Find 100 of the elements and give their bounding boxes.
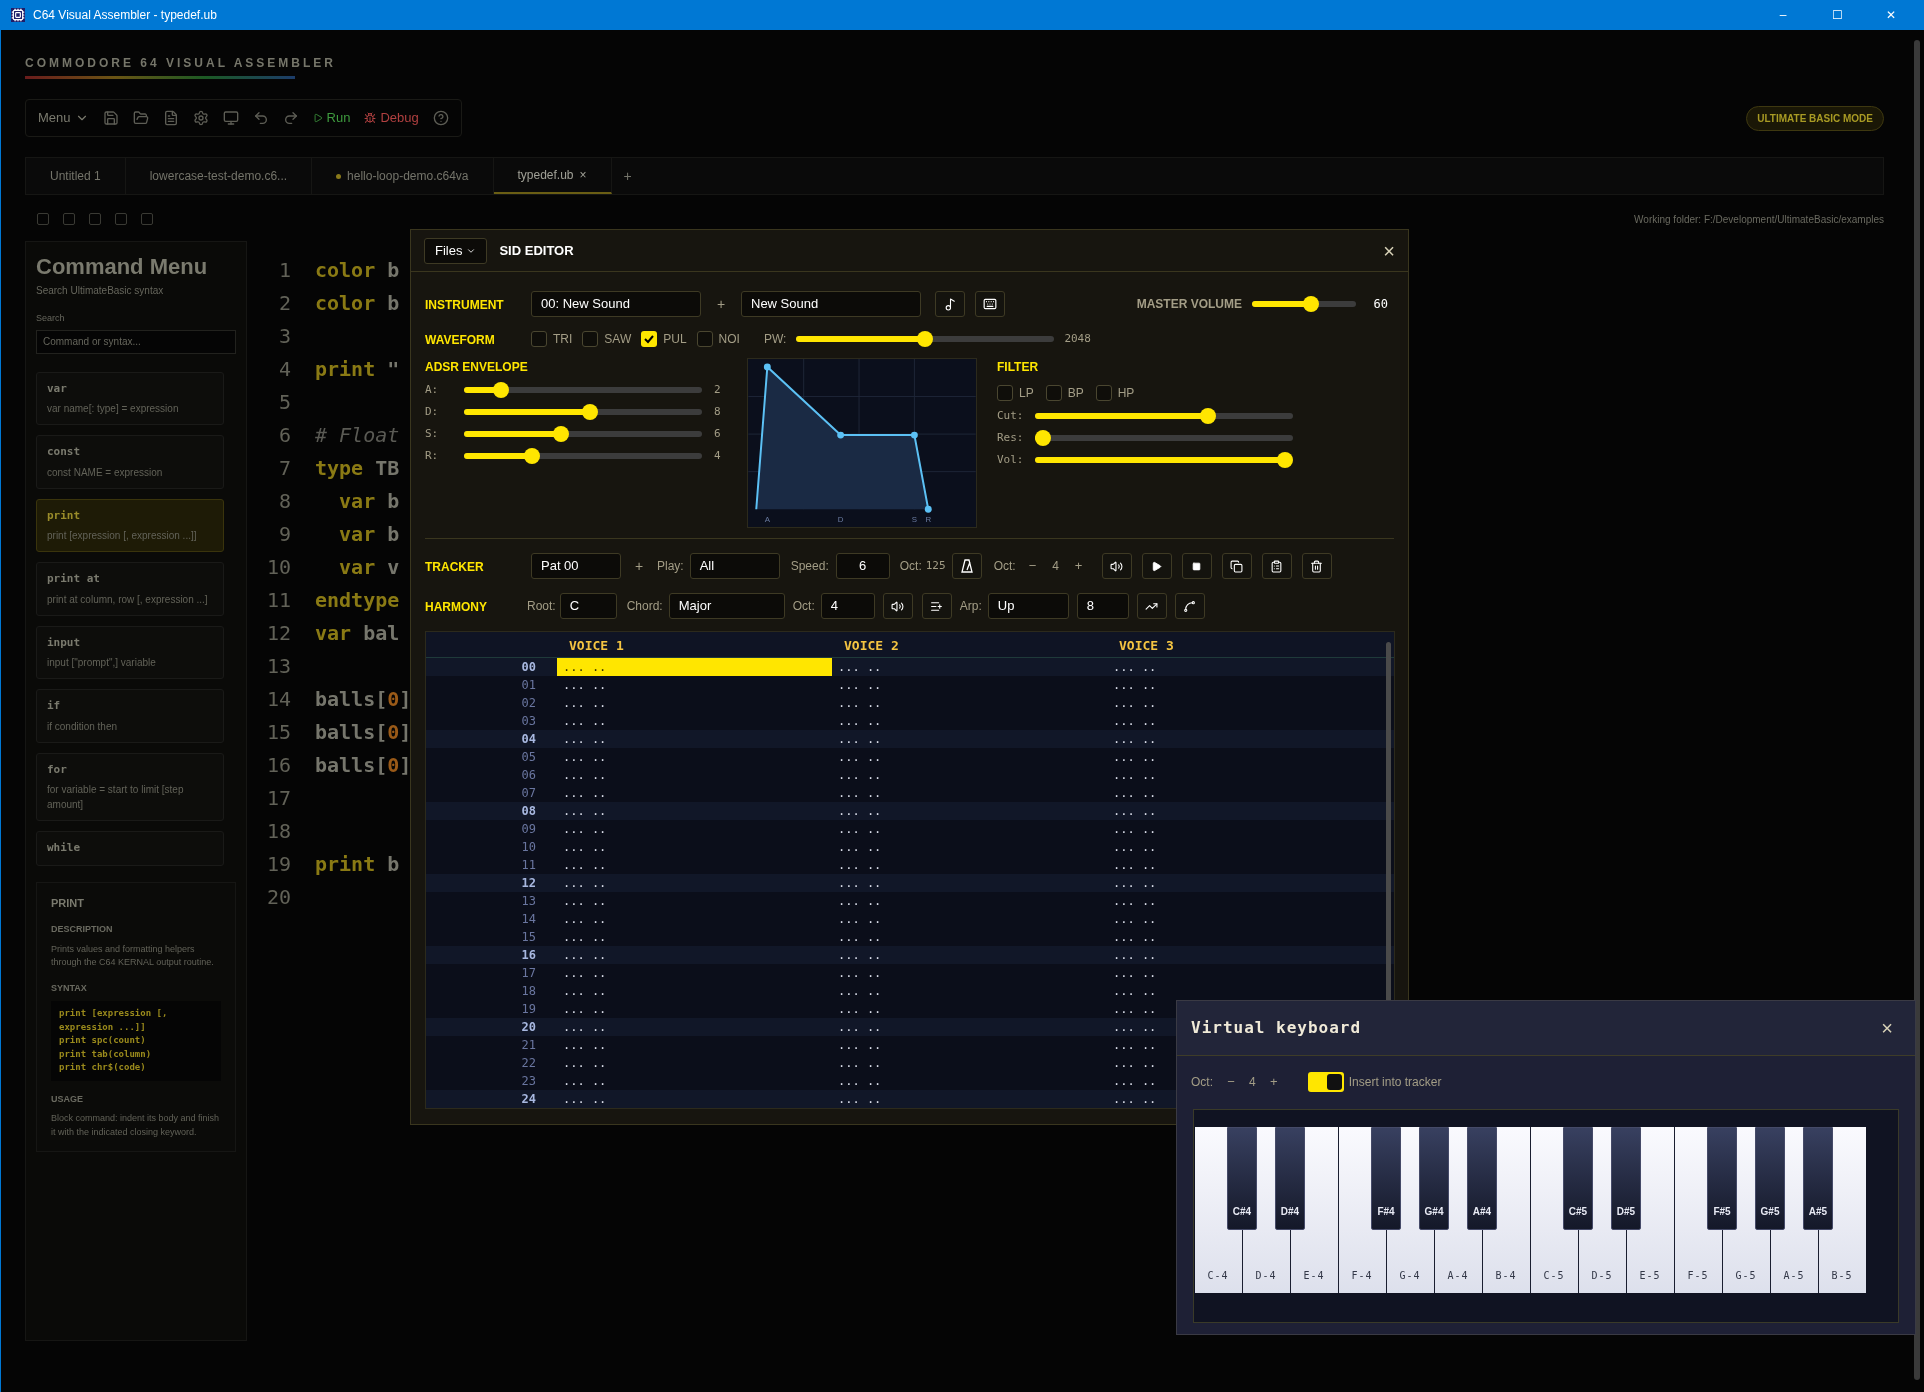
tracker-cell[interactable]: ... .. [832,730,1107,748]
monitor-icon[interactable] [222,110,239,126]
tracker-cell[interactable]: ... .. [557,730,832,748]
curve-button[interactable] [1174,593,1205,619]
keyboard-button[interactable] [975,291,1005,317]
tracker-cell[interactable]: ... .. [832,1000,1107,1018]
copy-button[interactable] [1221,553,1252,579]
tracker-row[interactable]: 16 ... .. ... .. ... .. [426,946,1394,964]
files-button[interactable]: Files [424,237,488,264]
arp-rate-field[interactable]: 8 [1076,593,1129,619]
checkbox[interactable] [1095,385,1112,401]
add-button[interactable]: + [621,555,657,577]
tracker-cell[interactable]: ... .. [832,766,1107,784]
tracker-cell[interactable]: ... .. [832,1054,1107,1072]
arp-select[interactable]: Up [987,593,1069,619]
tracker-cell[interactable]: ... .. [832,874,1107,892]
delete-button[interactable] [1301,553,1332,579]
tracker-cell[interactable]: ... .. [832,1036,1107,1054]
slider-thumb[interactable] [1035,430,1051,446]
piano-key[interactable]: D-5 [1579,1231,1625,1293]
toggle-switch[interactable] [1307,1072,1344,1092]
piano-key[interactable]: F-4 [1339,1231,1385,1293]
tracker-cell[interactable]: ... .. [557,676,832,694]
trend-button[interactable] [1136,593,1167,619]
piano-key[interactable]: E-4 [1291,1231,1337,1293]
tracker-cell[interactable]: ... .. [1107,694,1382,712]
maximize-button[interactable]: ☐ [1814,6,1860,24]
slider-thumb[interactable] [917,331,934,347]
command-item[interactable]: if if condition then [36,689,224,743]
tracker-cell[interactable]: ... .. [832,676,1107,694]
instrument-name-field[interactable]: New Sound [741,291,921,317]
save-icon[interactable] [102,110,119,126]
tracker-cell[interactable]: ... .. [832,784,1107,802]
tracker-cell[interactable]: ... .. [1107,658,1382,676]
run-button[interactable]: Run [312,108,351,128]
tracker-cell[interactable]: ... .. [557,946,832,964]
tracker-row[interactable]: 13 ... .. ... .. ... .. [426,892,1394,910]
piano-key[interactable]: D-4 [1243,1231,1289,1293]
tracker-cell[interactable]: ... .. [832,910,1107,928]
octave-up-button[interactable]: + [1061,556,1096,576]
command-item[interactable]: while [36,831,224,866]
tracker-row[interactable]: 15 ... .. ... .. ... .. [426,928,1394,946]
command-item[interactable]: print at print at column, row [, expression ...] [36,562,224,616]
tracker-row[interactable]: 11 ... .. ... .. ... .. [426,856,1394,874]
tracker-cell[interactable]: ... .. [832,820,1107,838]
close-button[interactable]: ✕ [1868,6,1914,24]
minimize-button[interactable]: – [1760,6,1806,24]
file-tab[interactable]: Untitled 1 [26,158,126,194]
tracker-cell[interactable]: ... .. [1107,712,1382,730]
tracker-row[interactable]: 07 ... .. ... .. ... .. [426,784,1394,802]
sharp-key[interactable]: G#4 [1419,1127,1449,1230]
octave-up-button[interactable]: + [1255,1072,1292,1092]
tracker-row[interactable]: 04 ... .. ... .. ... .. [426,730,1394,748]
tracker-cell[interactable]: ... .. [557,766,832,784]
envelope-point[interactable] [763,363,771,371]
tracker-cell[interactable]: ... .. [1107,838,1382,856]
octave-down-button[interactable]: − [1213,1072,1249,1092]
checkbox[interactable] [696,331,713,347]
slider-thumb[interactable] [492,382,509,398]
tracker-cell[interactable]: ... .. [832,946,1107,964]
command-item[interactable]: print print [expression [, expression ...]] [36,498,224,552]
tracker-cell[interactable]: ... .. [832,1018,1107,1036]
slider-thumb[interactable] [1303,296,1320,312]
tracker-cell[interactable]: ... .. [832,712,1107,730]
tracker-cell[interactable]: ... .. [557,874,832,892]
tracker-cell[interactable]: ... .. [832,838,1107,856]
slider[interactable] [1035,408,1293,424]
piano-key[interactable]: G-4 [1387,1231,1433,1293]
slider-thumb[interactable] [1277,452,1293,468]
file-tab[interactable]: typedef.ub × [493,158,612,194]
tracker-cell[interactable]: ... .. [832,658,1107,676]
slider-thumb[interactable] [581,404,598,420]
speaker-button[interactable] [1101,553,1132,579]
tracker-cell[interactable]: ... .. [557,856,832,874]
slider-thumb[interactable] [523,448,540,464]
tracker-cell[interactable]: ... .. [1107,820,1382,838]
file-tab[interactable]: lowercase-test-demo.c6... [125,158,313,194]
command-item[interactable]: const const NAME = expression [36,435,224,489]
folder-icon[interactable] [132,110,149,126]
slider[interactable] [1252,296,1356,312]
tracker-row[interactable]: 12 ... .. ... .. ... .. [426,874,1394,892]
close-button[interactable]: × [1383,240,1395,261]
tracker-cell[interactable]: ... .. [557,964,832,982]
tracker-cell[interactable]: ... .. [557,928,832,946]
tracker-row[interactable]: 18 ... .. ... .. ... .. [426,982,1394,1000]
tracker-cell[interactable]: ... .. [1107,856,1382,874]
command-item[interactable]: var var name[: type] = expression [36,371,224,425]
tracker-row[interactable]: 00 ... .. ... .. ... .. [426,658,1394,676]
tracker-cell[interactable]: ... .. [557,1090,832,1108]
slider[interactable] [1035,430,1293,446]
tracker-cell[interactable]: ... .. [832,856,1107,874]
tracker-row[interactable]: 05 ... .. ... .. ... .. [426,748,1394,766]
checkbox[interactable] [997,385,1013,401]
chord-select[interactable]: Major [668,593,785,619]
tracker-row[interactable]: 09 ... .. ... .. ... .. [426,820,1394,838]
tracker-cell[interactable]: ... .. [1107,982,1382,1000]
speaker-button[interactable] [882,593,913,619]
tracker-cell[interactable]: ... .. [557,802,832,820]
piano-key[interactable]: E-5 [1627,1231,1673,1293]
octave-down-button[interactable]: − [1015,556,1050,576]
